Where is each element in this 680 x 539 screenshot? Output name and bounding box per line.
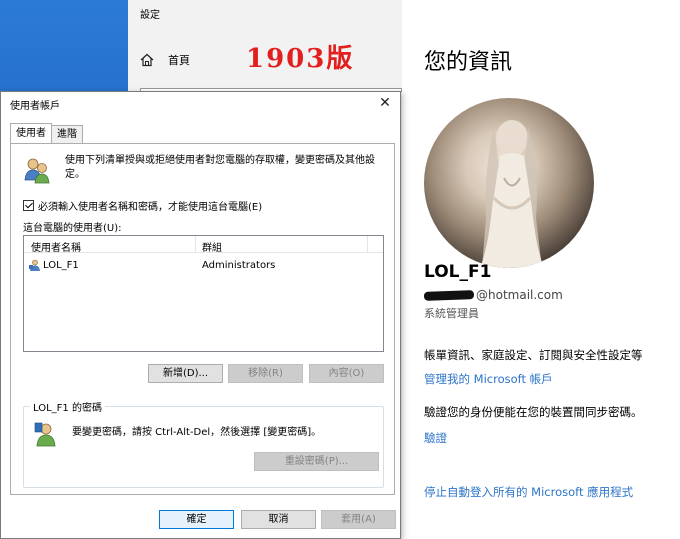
billing-description: 帳單資訊、家庭設定、訂閱與安全性設定等: [424, 348, 643, 362]
intro-text: 使用下列清單授與或拒絕使用者對您電腦的存取權，變更密碼及其他設定。: [65, 155, 375, 180]
nav-home-label: 首頁: [168, 54, 190, 67]
must-enter-credentials-checkbox[interactable]: [23, 200, 34, 211]
tab-advanced[interactable]: 進階: [51, 125, 83, 143]
email: @hotmail.com: [423, 288, 563, 302]
properties-button[interactable]: 內容(O): [309, 364, 384, 383]
password-instruction: 要變更密碼，請按 Ctrl-Alt-Del，然後選擇 [變更密碼]。: [72, 427, 322, 438]
profile-heading: 您的資訊: [424, 50, 513, 75]
close-icon[interactable]: ✕: [376, 94, 394, 112]
column-header-username[interactable]: 使用者名稱: [31, 239, 81, 254]
must-enter-credentials-row[interactable]: 必須輸入使用者名稱和密碼，才能使用這台電腦(E): [23, 198, 262, 213]
nav-home[interactable]: 首頁: [140, 52, 190, 68]
row-group: Administrators: [202, 260, 276, 271]
table-row[interactable]: LOL_F1 Administrators: [26, 258, 381, 274]
dialog-tabs: 使用者 進階: [10, 123, 83, 143]
column-divider: [367, 236, 368, 253]
column-divider: [195, 236, 196, 253]
column-header-group[interactable]: 群組: [202, 239, 222, 254]
users-tab-panel: 使用下列清單授與或拒絕使用者對您電腦的存取權，變更密碼及其他設定。 必須輸入使用…: [10, 143, 395, 495]
tab-users[interactable]: 使用者: [10, 123, 52, 143]
users-list-label: 這台電腦的使用者(U):: [23, 223, 122, 234]
remove-user-button[interactable]: 移除(R): [228, 364, 303, 383]
email-redaction: [423, 289, 475, 301]
manage-account-link[interactable]: 管理我的 Microsoft 帳戶: [424, 371, 553, 387]
cancel-button[interactable]: 取消: [241, 510, 316, 529]
apply-button[interactable]: 套用(A): [321, 510, 396, 529]
avatar-figure: [480, 120, 544, 268]
stop-autologin-link[interactable]: 停止自動登入所有的 Microsoft 應用程式: [424, 484, 633, 500]
verify-link[interactable]: 驗證: [424, 430, 447, 446]
username: LOL_F1: [424, 262, 492, 282]
profile-panel: 您的資訊 LOL_F1 @hotmail.com 系統管理員 帳單資訊、家庭設定…: [423, 0, 680, 539]
home-icon: [140, 53, 154, 67]
email-suffix: @hotmail.com: [476, 288, 563, 302]
user-key-icon: [34, 422, 56, 447]
user-accounts-dialog: 使用者帳戶 ✕ 使用者 進階 使用下列清單授與或拒絕使用者對您電腦的存取權，變更…: [0, 91, 401, 539]
must-enter-credentials-label: 必須輸入使用者名稱和密碼，才能使用這台電腦(E): [38, 202, 263, 213]
row-username: LOL_F1: [43, 260, 79, 271]
account-role: 系統管理員: [424, 307, 479, 320]
users-icon: [24, 158, 50, 184]
verify-description: 驗證您的身份便能在您的裝置間同步密碼。: [424, 405, 643, 419]
avatar: [424, 98, 594, 268]
listview-header: 使用者名稱 群組: [24, 236, 383, 254]
password-group: LOL_F1 的密碼 要變更密碼，請按 Ctrl-Alt-Del，然後選擇 [變…: [23, 399, 384, 488]
ok-button[interactable]: 確定: [159, 510, 234, 529]
add-user-button[interactable]: 新增(D)...: [148, 364, 223, 383]
version-badge: 1903版: [246, 44, 355, 74]
user-icon: [29, 259, 40, 271]
password-group-label: LOL_F1 的密碼: [30, 399, 105, 414]
dialog-title: 使用者帳戶: [10, 101, 60, 112]
settings-title: 設定: [140, 10, 160, 21]
reset-password-button[interactable]: 重設密碼(P)...: [254, 452, 379, 471]
users-listview[interactable]: 使用者名稱 群組 LOL_F1 Administrators: [23, 235, 384, 352]
